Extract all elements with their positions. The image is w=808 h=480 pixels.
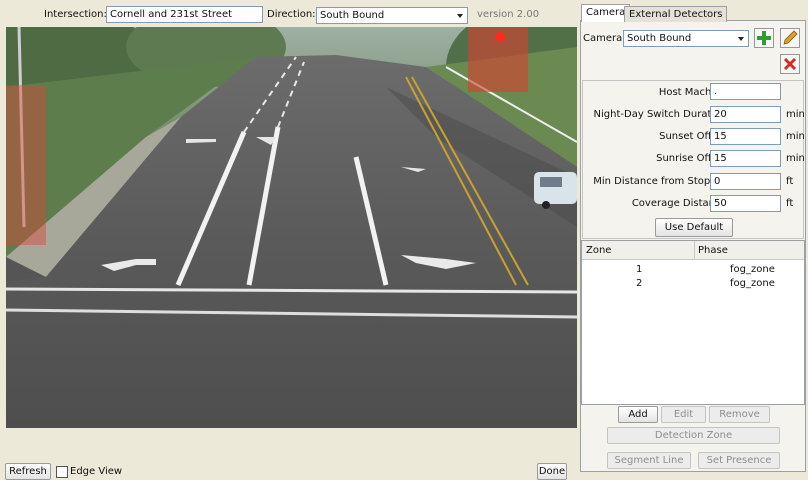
edit-zone-button[interactable]: Edit	[661, 406, 706, 423]
remove-zone-button[interactable]: Remove	[709, 406, 770, 423]
coverage-distance-field[interactable]: 50	[710, 195, 781, 212]
plus-icon	[757, 31, 771, 45]
refresh-button[interactable]: Refresh	[5, 463, 51, 480]
chevron-down-icon	[457, 14, 463, 18]
zone-column-header[interactable]: Zone	[586, 245, 611, 256]
zone-table: Zone Phase 1 fog_zone 2 fog_zone	[581, 240, 805, 405]
pencil-icon	[783, 30, 798, 45]
edge-view-checkbox[interactable]	[56, 466, 68, 478]
intersection-field[interactable]: Cornell and 231st Street	[106, 6, 263, 23]
sunset-offset-field[interactable]: 15	[710, 128, 781, 145]
add-zone-button[interactable]: Add	[618, 406, 658, 423]
host-machine-field[interactable]: .	[710, 83, 781, 100]
set-presence-button[interactable]: Set Presence	[698, 452, 780, 469]
segment-line-button[interactable]: Segment Line	[607, 452, 691, 469]
done-button[interactable]: Done	[537, 463, 567, 480]
camera-label: Camera:	[583, 33, 626, 44]
add-camera-button[interactable]	[754, 28, 774, 48]
tab-camera[interactable]: Camera	[581, 4, 631, 22]
settings-panel: Camera External Detectors Camera: South …	[580, 2, 806, 476]
tab-external-detectors[interactable]: External Detectors	[624, 6, 728, 22]
sunrise-offset-field[interactable]: 15	[710, 150, 781, 167]
chevron-down-icon	[738, 37, 744, 41]
direction-label: Direction:	[267, 9, 316, 20]
use-default-button[interactable]: Use Default	[655, 218, 733, 237]
sunrise-offset-unit: min	[786, 153, 805, 164]
zone-row[interactable]: 1 fog_zone	[582, 263, 806, 277]
direction-value: South Bound	[320, 10, 385, 21]
phase-column-header[interactable]: Phase	[698, 245, 728, 256]
road-scene-image	[6, 27, 577, 428]
version-label: version 2.00	[477, 9, 540, 20]
edge-view-label: Edge View	[70, 466, 123, 477]
intersection-label: Intersection:	[44, 9, 107, 20]
direction-select[interactable]: South Bound	[316, 7, 468, 24]
night-day-switch-unit: min	[786, 109, 805, 120]
zone-row[interactable]: 2 fog_zone	[582, 277, 806, 291]
detection-zone-button[interactable]: Detection Zone	[607, 427, 780, 444]
zone-cell: 2	[636, 278, 643, 289]
camera-video-feed[interactable]	[6, 27, 577, 428]
delete-x-icon	[783, 57, 797, 71]
zone-table-header: Zone Phase	[582, 241, 804, 260]
coverage-distance-unit: ft	[786, 198, 794, 209]
min-distance-unit: ft	[786, 176, 794, 187]
sunset-offset-unit: min	[786, 131, 805, 142]
edit-camera-button[interactable]	[780, 28, 800, 48]
camera-value: South Bound	[627, 33, 692, 44]
phase-cell: fog_zone	[730, 278, 775, 289]
night-day-switch-field[interactable]: 20	[710, 106, 781, 123]
zone-cell: 1	[636, 264, 643, 275]
column-divider	[694, 241, 695, 259]
phase-cell: fog_zone	[730, 264, 775, 275]
delete-camera-button[interactable]	[780, 54, 800, 74]
camera-select[interactable]: South Bound	[623, 30, 749, 47]
min-distance-field[interactable]: 0	[710, 173, 781, 190]
